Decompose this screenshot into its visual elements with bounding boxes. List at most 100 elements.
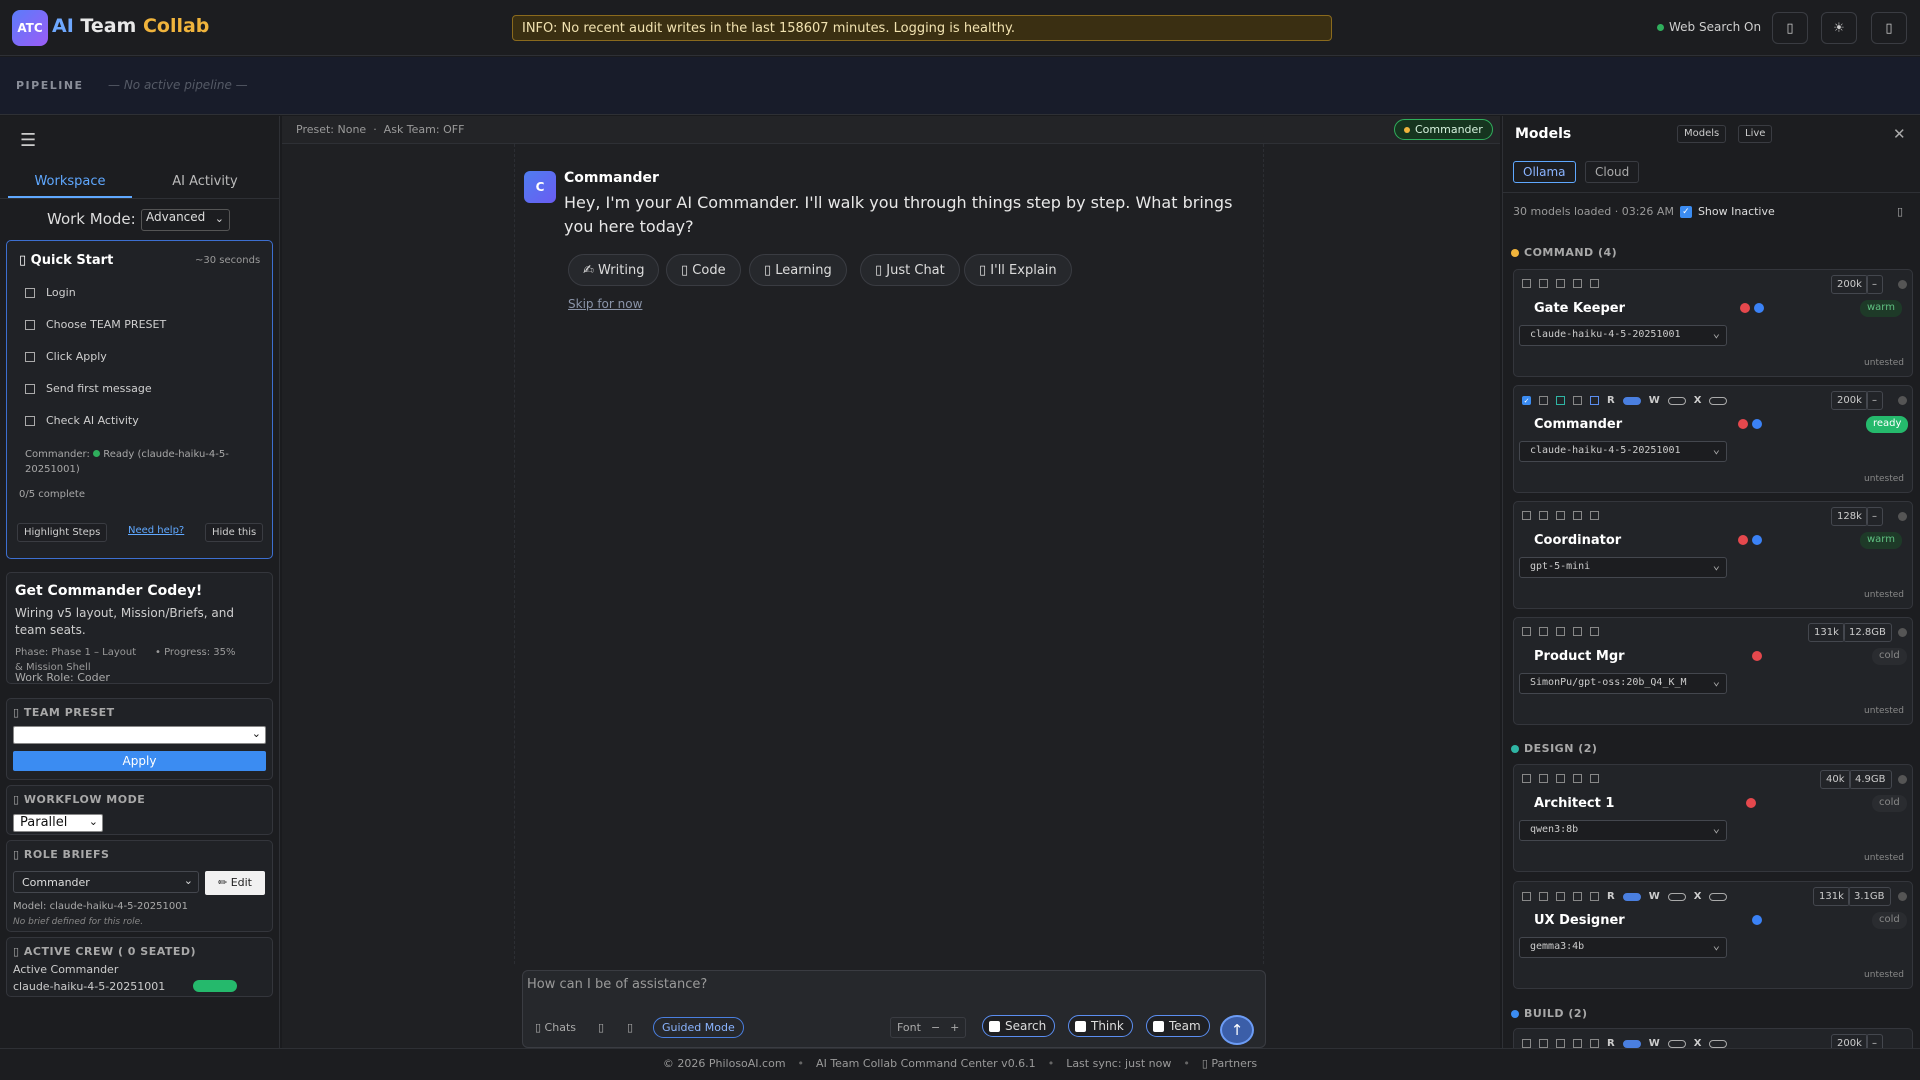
model-select[interactable]: gemma3:4b xyxy=(1519,937,1727,958)
tool-icon[interactable] xyxy=(1556,892,1565,901)
tab-cloud[interactable]: Cloud xyxy=(1585,161,1640,183)
highlight-steps-button[interactable]: Highlight Steps xyxy=(17,523,108,542)
quick-start-step[interactable]: Send first message xyxy=(25,382,152,395)
checkbox-icon[interactable] xyxy=(989,1020,1000,1032)
select-checkbox-icon[interactable] xyxy=(1522,1039,1531,1048)
select-checkbox-icon[interactable]: ✓ xyxy=(1522,396,1531,405)
mic-icon[interactable]: ▯ xyxy=(627,1021,633,1034)
read-toggle[interactable] xyxy=(1622,1039,1641,1048)
read-toggle[interactable] xyxy=(1622,892,1641,901)
checkbox-icon[interactable] xyxy=(25,383,35,394)
workflow-mode-select[interactable]: Parallel ⌄ xyxy=(13,814,103,832)
exec-toggle[interactable] xyxy=(1709,1039,1728,1048)
exec-toggle[interactable] xyxy=(1709,892,1728,901)
explain-chip[interactable]: ▯ I'll Explain xyxy=(964,254,1072,286)
send-button[interactable]: ↑ xyxy=(1220,1015,1254,1045)
think-toggle[interactable]: Think xyxy=(1068,1015,1133,1037)
checkbox-icon[interactable] xyxy=(1075,1020,1086,1032)
header-button-3[interactable]: ▯ xyxy=(1871,12,1907,44)
tab-live[interactable]: Live xyxy=(1738,125,1773,143)
tab-ai-activity[interactable]: AI Activity xyxy=(140,168,270,198)
tool-icon[interactable] xyxy=(1556,774,1565,783)
font-increase-button[interactable]: + xyxy=(950,1021,959,1034)
checkbox-icon[interactable] xyxy=(25,319,35,330)
tool-icon[interactable] xyxy=(1539,511,1548,520)
skip-link[interactable]: Skip for now xyxy=(568,297,642,311)
need-help-link[interactable]: Need help? xyxy=(128,525,184,536)
tool-icon[interactable] xyxy=(1539,1039,1548,1048)
select-checkbox-icon[interactable] xyxy=(1522,511,1531,520)
message-composer[interactable]: How can I be of assistance? ▯ Chats ▯ ▯ … xyxy=(522,970,1266,1048)
tool-icon[interactable] xyxy=(1590,892,1599,901)
tool-icon[interactable] xyxy=(1556,279,1565,288)
partners-link[interactable]: ▯ Partners xyxy=(1202,1057,1257,1070)
model-select[interactable]: gpt-5-mini xyxy=(1519,557,1727,578)
hide-quick-start-button[interactable]: Hide this xyxy=(205,523,264,542)
tool-icon[interactable] xyxy=(1573,627,1582,636)
quick-start-step[interactable]: Choose TEAM PRESET xyxy=(25,318,166,331)
tool-icon[interactable] xyxy=(1556,1039,1565,1048)
exec-toggle[interactable] xyxy=(1709,396,1728,405)
close-icon[interactable]: ✕ xyxy=(1893,125,1906,143)
tool-icon[interactable] xyxy=(1573,511,1582,520)
quick-start-step[interactable]: Check AI Activity xyxy=(25,414,139,427)
guided-mode-toggle[interactable]: Guided Mode xyxy=(653,1017,744,1038)
tool-icon[interactable] xyxy=(1556,511,1565,520)
panel-side-icon[interactable]: ▯ xyxy=(1897,205,1903,218)
tab-workspace[interactable]: Workspace xyxy=(8,168,132,198)
attach-icon[interactable]: ▯ xyxy=(598,1021,604,1034)
theme-toggle-button[interactable]: ☀ xyxy=(1821,12,1857,44)
select-checkbox-icon[interactable] xyxy=(1522,627,1531,636)
read-toggle[interactable] xyxy=(1622,396,1641,405)
model-select[interactable]: qwen3:8b xyxy=(1519,820,1727,841)
menu-icon[interactable]: ☰ xyxy=(20,130,36,151)
tool-icon[interactable] xyxy=(1590,1039,1599,1048)
model-select[interactable]: claude-haiku-4-5-20251001 xyxy=(1519,441,1727,462)
show-inactive-checkbox[interactable]: ✓ xyxy=(1679,205,1692,218)
model-select[interactable]: SimonPu/gpt-oss:20b_Q4_K_M xyxy=(1519,673,1727,694)
team-toggle[interactable]: Team xyxy=(1146,1015,1210,1037)
tool-icon[interactable] xyxy=(1539,396,1548,405)
select-checkbox-icon[interactable] xyxy=(1522,774,1531,783)
tool-icon[interactable] xyxy=(1573,892,1582,901)
checkbox-icon[interactable] xyxy=(1153,1020,1164,1032)
team-preset-select[interactable]: ⌄ xyxy=(13,726,266,744)
message-input[interactable]: How can I be of assistance? xyxy=(527,977,707,992)
write-toggle[interactable] xyxy=(1667,1039,1686,1048)
tool-icon[interactable] xyxy=(1573,396,1582,405)
web-search-status[interactable]: Web Search On xyxy=(1657,20,1761,34)
tool-icon[interactable] xyxy=(1590,627,1599,636)
writing-chip[interactable]: ✍ Writing xyxy=(568,254,660,286)
write-toggle[interactable] xyxy=(1667,892,1686,901)
checkbox-icon[interactable] xyxy=(25,415,35,426)
tool-icon[interactable] xyxy=(1556,627,1565,636)
quick-start-step[interactable]: Click Apply xyxy=(25,350,107,363)
tool-icon[interactable] xyxy=(1539,892,1548,901)
checkbox-icon[interactable] xyxy=(25,287,35,298)
select-checkbox-icon[interactable] xyxy=(1522,279,1531,288)
tab-models[interactable]: Models xyxy=(1677,125,1727,143)
tool-icon[interactable] xyxy=(1590,279,1599,288)
tool-icon[interactable] xyxy=(1556,396,1565,405)
tool-icon[interactable] xyxy=(1590,396,1599,405)
search-toggle[interactable]: Search xyxy=(982,1015,1056,1037)
role-briefs-select[interactable]: Commander ⌄ xyxy=(13,871,199,893)
work-mode-select[interactable]: Advanced ⌄ xyxy=(141,209,230,231)
model-select[interactable]: claude-haiku-4-5-20251001 xyxy=(1519,325,1727,346)
quick-start-step[interactable]: Login xyxy=(25,286,76,299)
tool-icon[interactable] xyxy=(1590,774,1599,783)
commander-badge[interactable]: Commander xyxy=(1394,119,1493,140)
tool-icon[interactable] xyxy=(1539,627,1548,636)
tab-ollama[interactable]: Ollama xyxy=(1513,161,1576,183)
tool-icon[interactable] xyxy=(1573,1039,1582,1048)
font-decrease-button[interactable]: − xyxy=(931,1021,940,1034)
learning-chip[interactable]: ▯ Learning xyxy=(749,254,847,286)
apply-preset-button[interactable]: Apply xyxy=(13,751,266,771)
tool-icon[interactable] xyxy=(1539,774,1548,783)
checkbox-icon[interactable] xyxy=(25,351,35,362)
tool-icon[interactable] xyxy=(1573,279,1582,288)
chats-button[interactable]: ▯ Chats xyxy=(535,1021,576,1034)
tool-icon[interactable] xyxy=(1539,279,1548,288)
tool-icon[interactable] xyxy=(1573,774,1582,783)
edit-brief-button[interactable]: ✏ Edit xyxy=(205,871,265,895)
